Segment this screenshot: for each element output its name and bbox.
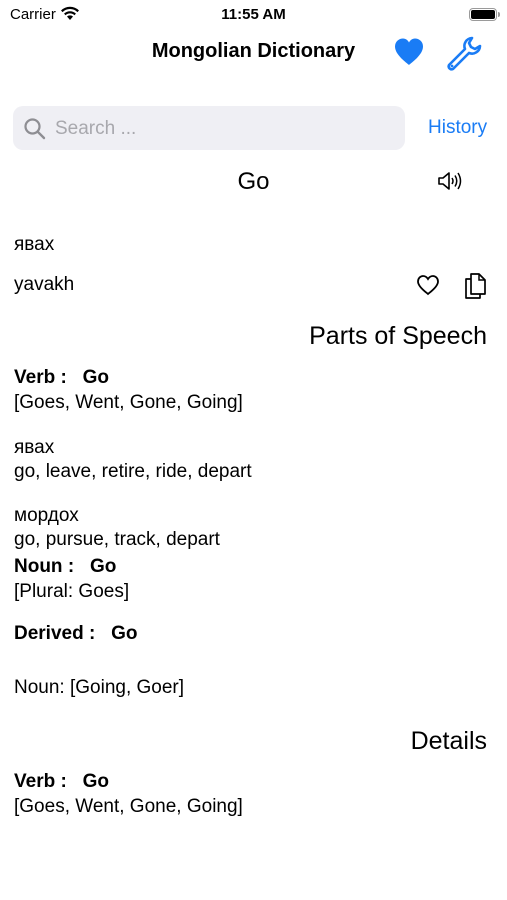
derived-row: Derived : Go bbox=[14, 623, 138, 645]
search-input[interactable] bbox=[53, 106, 397, 152]
verb-label: Verb : bbox=[14, 367, 67, 388]
translation-mongolian: мордох bbox=[14, 505, 79, 526]
status-time: 11:55 AM bbox=[221, 6, 286, 23]
verb-word: Go bbox=[82, 771, 110, 792]
verb-label: Verb : bbox=[14, 771, 67, 792]
verb-word: Go bbox=[82, 367, 110, 388]
mongolian-word: явах bbox=[14, 234, 55, 255]
verb-forms: [Goes, Went, Gone, Going] bbox=[14, 392, 243, 413]
noun-word: Go bbox=[90, 556, 117, 577]
search-bar[interactable] bbox=[13, 106, 405, 152]
derived-noun: Noun: [Going, Goer] bbox=[14, 677, 185, 698]
noun-forms: [Plural: Goes] bbox=[14, 581, 130, 602]
details-verb-forms: [Goes, Went, Gone, Going] bbox=[14, 796, 243, 817]
battery-icon bbox=[469, 8, 500, 21]
translation-meanings: go, pursue, track, depart bbox=[14, 529, 220, 550]
speaker-icon[interactable] bbox=[437, 170, 463, 197]
parts-of-speech-heading: Parts of Speech bbox=[309, 322, 487, 350]
copy-icon[interactable] bbox=[463, 272, 487, 305]
status-bar: Carrier 11:55 AM bbox=[0, 4, 507, 24]
wrench-icon bbox=[444, 36, 482, 76]
app-title: Mongolian Dictionary bbox=[151, 40, 356, 62]
history-button[interactable]: History bbox=[428, 117, 487, 139]
translation-meanings: go, leave, retire, ride, depart bbox=[14, 461, 252, 482]
headword: Go bbox=[237, 168, 270, 195]
search-icon bbox=[23, 117, 47, 146]
derived-label: Derived : bbox=[14, 623, 96, 644]
favorites-button[interactable] bbox=[392, 36, 426, 68]
heart-outline-icon[interactable] bbox=[416, 274, 440, 301]
details-heading: Details bbox=[410, 727, 487, 755]
settings-button[interactable] bbox=[444, 34, 482, 72]
noun-label: Noun : bbox=[14, 556, 75, 577]
heart-icon bbox=[392, 38, 426, 72]
transliteration: yavakh bbox=[14, 274, 75, 295]
details-verb-row: Verb : Go bbox=[14, 771, 109, 793]
verb-row: Verb : Go bbox=[14, 367, 109, 389]
noun-row: Noun : Go bbox=[14, 556, 116, 578]
derived-word: Go bbox=[111, 623, 138, 644]
translation-mongolian: явах bbox=[14, 437, 55, 458]
